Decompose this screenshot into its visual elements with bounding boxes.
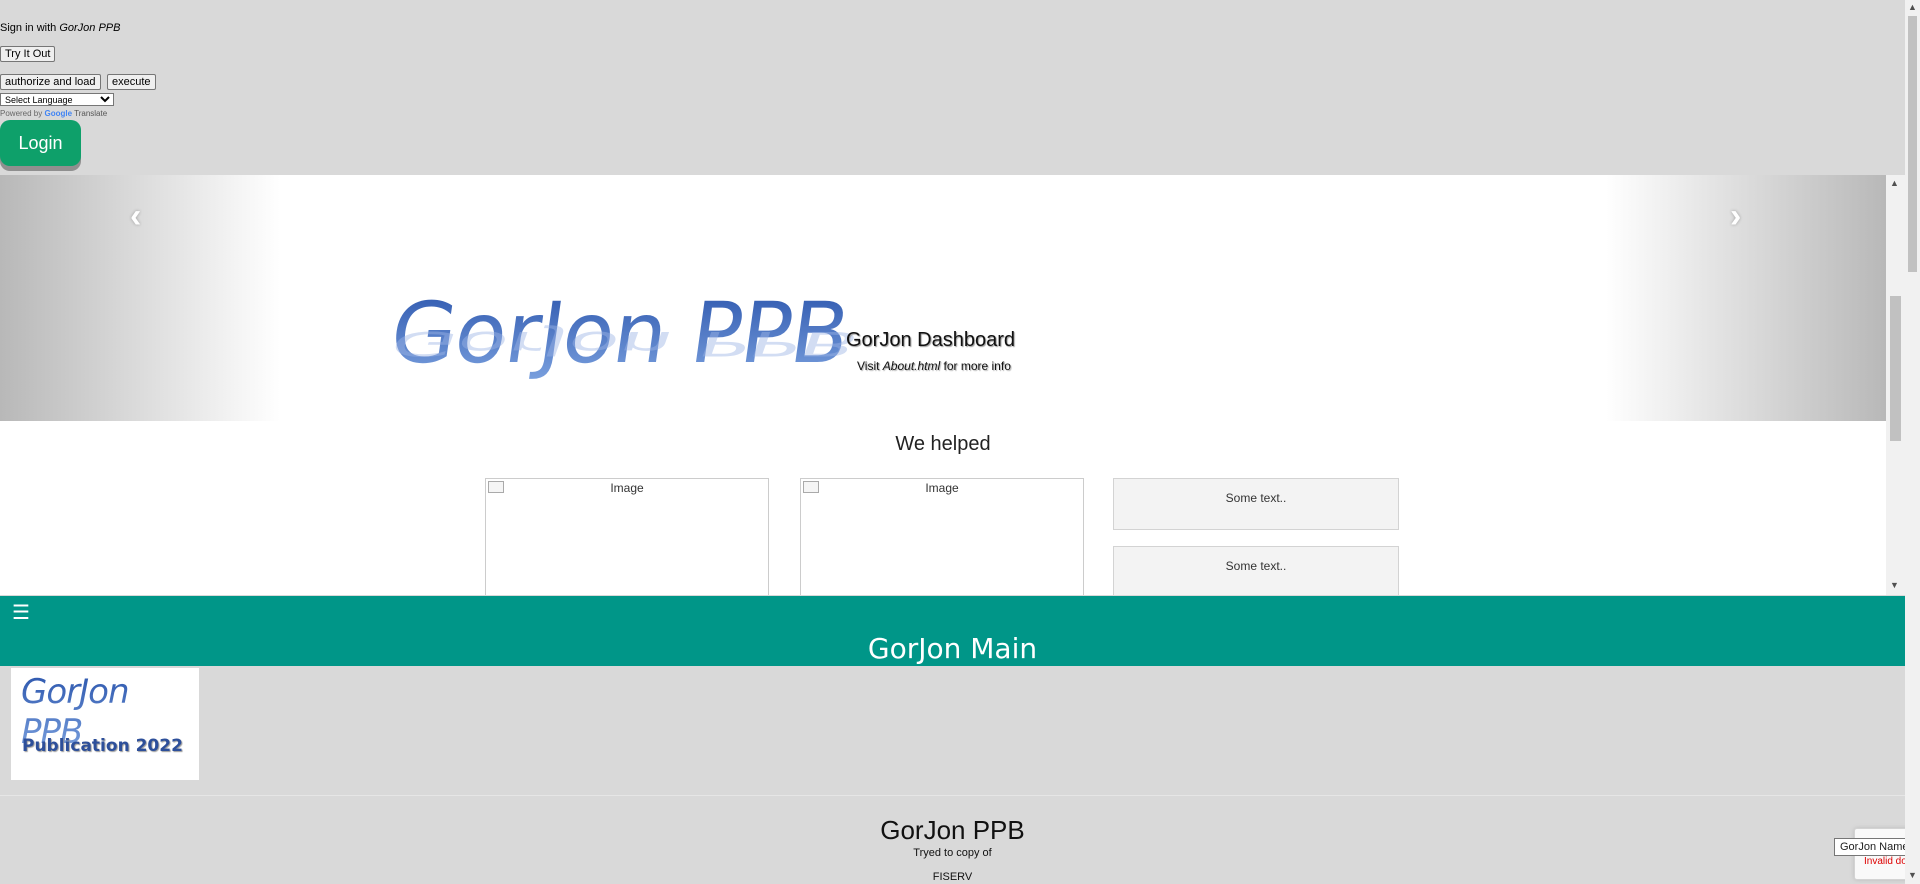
carousel-next-area[interactable] bbox=[1606, 175, 1886, 421]
image-alt: Image bbox=[925, 481, 959, 495]
broken-image: Image bbox=[485, 478, 769, 595]
footer-line: FISERV bbox=[932, 871, 973, 883]
carousel: ‹ › GorJon PPB GorJon PPB GorJon Dashboa… bbox=[0, 175, 1886, 421]
gorjon-logo: GorJon PPB GorJon PPB bbox=[385, 285, 885, 421]
subtitle-suffix: for more info bbox=[940, 359, 1011, 373]
footer-title: GorJon PPB bbox=[880, 815, 1025, 845]
signin-label: Sign in with GorJon PPB bbox=[0, 22, 120, 34]
text-card: Some text.. bbox=[1113, 478, 1399, 530]
frame-scrollbar[interactable]: ▲ ▼ bbox=[1886, 175, 1905, 595]
frame-scrollbar-thumb[interactable] bbox=[1890, 296, 1901, 441]
page-scroll-down-icon[interactable]: ▼ bbox=[1908, 870, 1917, 880]
divider bbox=[0, 795, 1905, 796]
dashboard-frame[interactable]: ‹ › GorJon PPB GorJon PPB GorJon Dashboa… bbox=[0, 175, 1905, 595]
we-helped-heading: We helped bbox=[895, 433, 991, 455]
main-title: GorJon Main bbox=[867, 632, 1038, 665]
broken-image-icon bbox=[803, 481, 819, 493]
tooltip: GorJon Name bbox=[1834, 838, 1915, 856]
scroll-down-icon[interactable]: ▼ bbox=[1890, 580, 1899, 590]
carousel-subtitle: Visit About.html for more info bbox=[857, 359, 1011, 373]
logo-reflection: GorJon PPB bbox=[385, 324, 865, 364]
google-logo: Google bbox=[44, 109, 73, 118]
signin-brand: GorJon PPB bbox=[59, 22, 121, 34]
image-alt: Image bbox=[610, 481, 644, 495]
invalid-domain-text: Invalid do bbox=[1864, 856, 1907, 867]
signin-prefix: Sign in with bbox=[0, 22, 60, 34]
translate-link[interactable]: Translate bbox=[74, 109, 107, 118]
hamburger-menu-icon[interactable]: ☰ bbox=[12, 600, 30, 625]
broken-image: Image bbox=[800, 478, 1084, 595]
login-button[interactable]: Login bbox=[0, 120, 81, 166]
chevron-left-icon[interactable]: ‹ bbox=[130, 197, 141, 236]
text-card: Some text.. bbox=[1113, 546, 1399, 595]
google-translate-attribution: Powered by Google Translate bbox=[0, 109, 107, 118]
publication-year: Publication 2022 bbox=[22, 736, 183, 756]
authorize-and-load-button[interactable]: authorize and load bbox=[0, 74, 101, 90]
page-scrollbar-thumb[interactable] bbox=[1908, 16, 1917, 272]
broken-image-icon bbox=[488, 481, 504, 493]
footer-line: Tryed to copy of bbox=[913, 847, 992, 859]
language-select[interactable]: Select Language bbox=[0, 93, 114, 106]
powered-by-text: Powered by bbox=[0, 109, 43, 118]
try-it-out-button[interactable]: Try It Out bbox=[0, 46, 56, 62]
subtitle-prefix: Visit bbox=[857, 359, 883, 373]
carousel-title: GorJon Dashboard bbox=[846, 329, 1015, 351]
execute-button[interactable]: execute bbox=[107, 74, 156, 90]
publication-logo: GorJon PPB Publication 2022 bbox=[11, 668, 199, 780]
page-scroll-up-icon[interactable]: ▲ bbox=[1908, 2, 1917, 12]
scroll-up-icon[interactable]: ▲ bbox=[1890, 178, 1899, 188]
main-header: ☰ GorJon Main bbox=[0, 596, 1905, 666]
chevron-right-icon[interactable]: › bbox=[1730, 197, 1741, 236]
page-scrollbar[interactable]: ▲ ▼ bbox=[1905, 0, 1920, 884]
about-link[interactable]: About.html bbox=[883, 359, 940, 373]
